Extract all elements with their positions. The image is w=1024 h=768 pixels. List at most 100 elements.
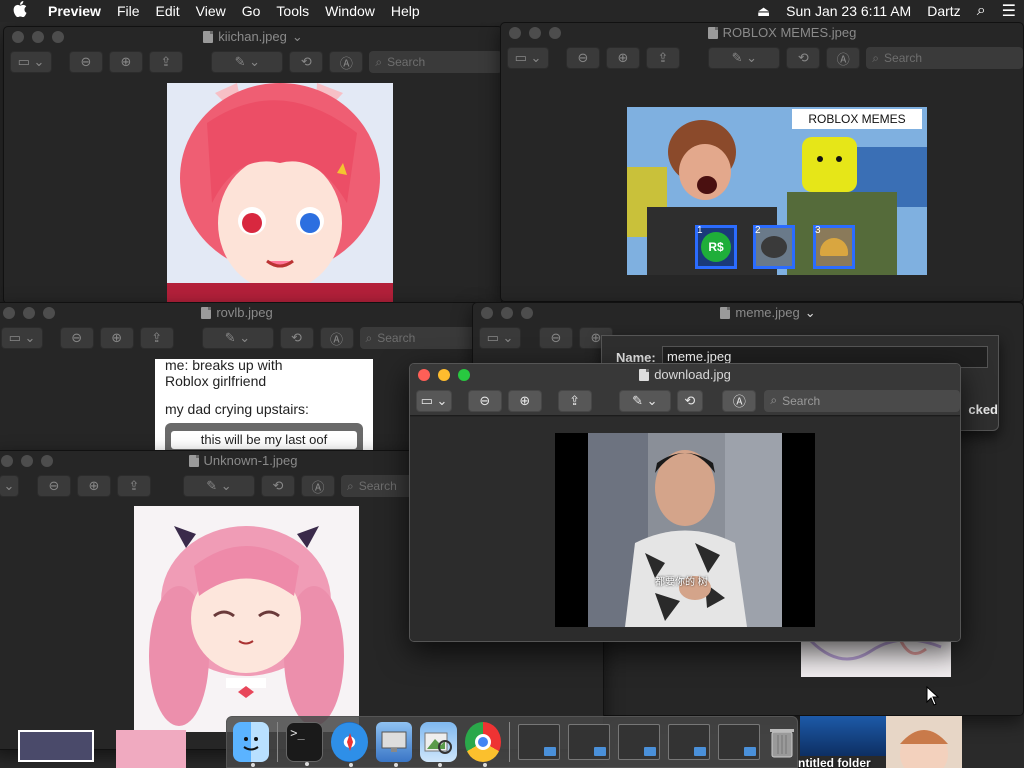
sidebar-toggle-icon[interactable]: ▭ ⌄	[10, 51, 52, 73]
zoom-out-icon[interactable]: ⊖	[565, 47, 600, 69]
minimized-window-2[interactable]	[567, 724, 610, 760]
image-area	[4, 77, 502, 303]
title-bar[interactable]: rovlb.jpeg	[0, 303, 479, 323]
eject-icon[interactable]: ⏏	[749, 3, 778, 20]
share-icon[interactable]: ⇪	[148, 51, 183, 73]
share-icon[interactable]: ⇪	[645, 47, 680, 69]
minimized-window-4[interactable]	[667, 724, 710, 760]
close-button[interactable]	[509, 27, 521, 39]
minimize-button[interactable]	[21, 455, 33, 467]
zoom-out-icon[interactable]: ⊖	[37, 475, 71, 497]
zoom-button[interactable]	[52, 31, 64, 43]
zoom-out-icon[interactable]: ⊖	[539, 327, 573, 349]
title-bar[interactable]: ROBLOX MEMES.jpeg	[501, 23, 1023, 43]
close-button[interactable]	[1, 455, 13, 467]
rotate-icon[interactable]: ⟲	[676, 389, 703, 412]
markup-toolbar-icon[interactable]: Ⓐ	[826, 47, 861, 69]
desktop-thumbnail-2[interactable]	[116, 730, 186, 768]
desktop-thumbnail-1[interactable]	[18, 730, 94, 762]
search-field[interactable]: ⌕ Search	[359, 327, 479, 349]
running-indicator	[305, 762, 310, 766]
title-bar[interactable]: kiichan.jpeg ⌄	[4, 27, 502, 47]
spotlight-icon[interactable]: ⌕	[969, 2, 994, 20]
title-bar[interactable]: meme.jpeg ⌄	[473, 303, 1023, 323]
apple-menu-icon[interactable]	[0, 1, 40, 21]
search-field[interactable]: ⌕ Search	[369, 51, 502, 73]
minimized-window-5[interactable]	[717, 724, 760, 760]
rotate-icon[interactable]: ⟲	[289, 51, 324, 73]
menu-view[interactable]: View	[188, 0, 234, 22]
zoom-out-icon[interactable]: ⊖	[68, 51, 103, 73]
zoom-button[interactable]	[41, 455, 53, 467]
markup-pen-icon[interactable]: ✎ ⌄	[183, 475, 255, 497]
markup-pen-icon[interactable]: ✎ ⌄	[618, 389, 671, 412]
share-icon[interactable]: ⇪	[117, 475, 151, 497]
minimize-button[interactable]	[32, 31, 44, 43]
share-icon[interactable]: ⇪	[557, 389, 592, 412]
minimized-window-3[interactable]	[617, 724, 660, 760]
close-button[interactable]	[12, 31, 24, 43]
chrome-icon[interactable]	[464, 722, 501, 767]
zoom-button[interactable]	[43, 307, 55, 319]
zoom-button[interactable]	[458, 369, 470, 381]
close-button[interactable]	[3, 307, 15, 319]
terminal-icon[interactable]: >_	[286, 722, 324, 766]
minimize-button[interactable]	[529, 27, 541, 39]
search-field[interactable]: ⌕ Search	[764, 389, 960, 412]
preview-icon[interactable]	[420, 722, 457, 767]
minimize-button[interactable]	[501, 307, 513, 319]
markup-toolbar-icon[interactable]: Ⓐ	[319, 327, 354, 349]
zoom-out-icon[interactable]: ⊖	[467, 389, 502, 412]
trash-icon[interactable]	[768, 722, 797, 762]
markup-pen-icon[interactable]: ✎ ⌄	[708, 47, 781, 69]
toolbar: ▭ ⌄ ⊖ ⊕ ⇪ ✎ ⌄ ⟲ Ⓐ ⌕ Search	[501, 43, 1023, 73]
sidebar-toggle-icon[interactable]: ⌄	[0, 475, 19, 497]
user-name[interactable]: Dartz	[919, 3, 968, 19]
close-button[interactable]	[481, 307, 493, 319]
finder-icon[interactable]	[233, 722, 270, 767]
chevron-down-icon[interactable]: ⌄	[292, 27, 303, 47]
safari-icon[interactable]	[331, 722, 368, 767]
sidebar-toggle-icon[interactable]: ▭ ⌄	[416, 389, 452, 412]
menu-help[interactable]: Help	[383, 0, 428, 22]
zoom-in-icon[interactable]: ⊕	[507, 389, 542, 412]
markup-toolbar-icon[interactable]: Ⓐ	[329, 51, 364, 73]
clock[interactable]: Sun Jan 23 6:11 AM	[778, 3, 919, 19]
menu-edit[interactable]: Edit	[148, 0, 188, 22]
sidebar-toggle-icon[interactable]: ▭ ⌄	[479, 327, 521, 349]
minimize-button[interactable]	[438, 369, 450, 381]
menu-tools[interactable]: Tools	[268, 0, 317, 22]
notification-center-icon[interactable]: ☰	[994, 1, 1024, 21]
menu-app-preview[interactable]: Preview	[40, 0, 109, 22]
zoom-out-icon[interactable]: ⊖	[59, 327, 94, 349]
rotate-icon[interactable]: ⟲	[279, 327, 314, 349]
zoom-in-icon[interactable]: ⊕	[77, 475, 111, 497]
rotate-icon[interactable]: ⟲	[786, 47, 821, 69]
markup-pen-icon[interactable]: ✎ ⌄	[211, 51, 284, 73]
zoom-button[interactable]	[549, 27, 561, 39]
zoom-in-icon[interactable]: ⊕	[99, 327, 134, 349]
rotate-icon[interactable]: ⟲	[261, 475, 295, 497]
sidebar-toggle-icon[interactable]: ▭ ⌄	[1, 327, 43, 349]
markup-pen-icon[interactable]: ✎ ⌄	[201, 327, 274, 349]
minimized-window-1[interactable]	[517, 724, 560, 760]
chevron-down-icon[interactable]: ⌄	[805, 303, 816, 323]
title-bar[interactable]: download.jpg	[410, 364, 960, 386]
share-icon[interactable]: ⇪	[139, 327, 174, 349]
zoom-in-icon[interactable]: ⊕	[108, 51, 143, 73]
locked-checkbox-label[interactable]: cked	[968, 402, 998, 417]
menu-file[interactable]: File	[109, 0, 148, 22]
desktop-folder-thumbnail[interactable]	[886, 716, 962, 768]
minimize-button[interactable]	[23, 307, 35, 319]
markup-toolbar-icon[interactable]: Ⓐ	[301, 475, 335, 497]
system-preferences-icon[interactable]	[375, 722, 413, 767]
markup-toolbar-icon[interactable]: Ⓐ	[722, 389, 757, 412]
menu-window[interactable]: Window	[317, 0, 383, 22]
sidebar-toggle-icon[interactable]: ▭ ⌄	[507, 47, 549, 69]
zoom-button[interactable]	[521, 307, 533, 319]
search-field[interactable]: ⌕ Search	[866, 47, 1023, 69]
menu-go[interactable]: Go	[234, 0, 269, 22]
zoom-in-icon[interactable]: ⊕	[605, 47, 640, 69]
close-button[interactable]	[418, 369, 430, 381]
desktop-folder-label[interactable]: ntitled folder	[798, 756, 871, 768]
